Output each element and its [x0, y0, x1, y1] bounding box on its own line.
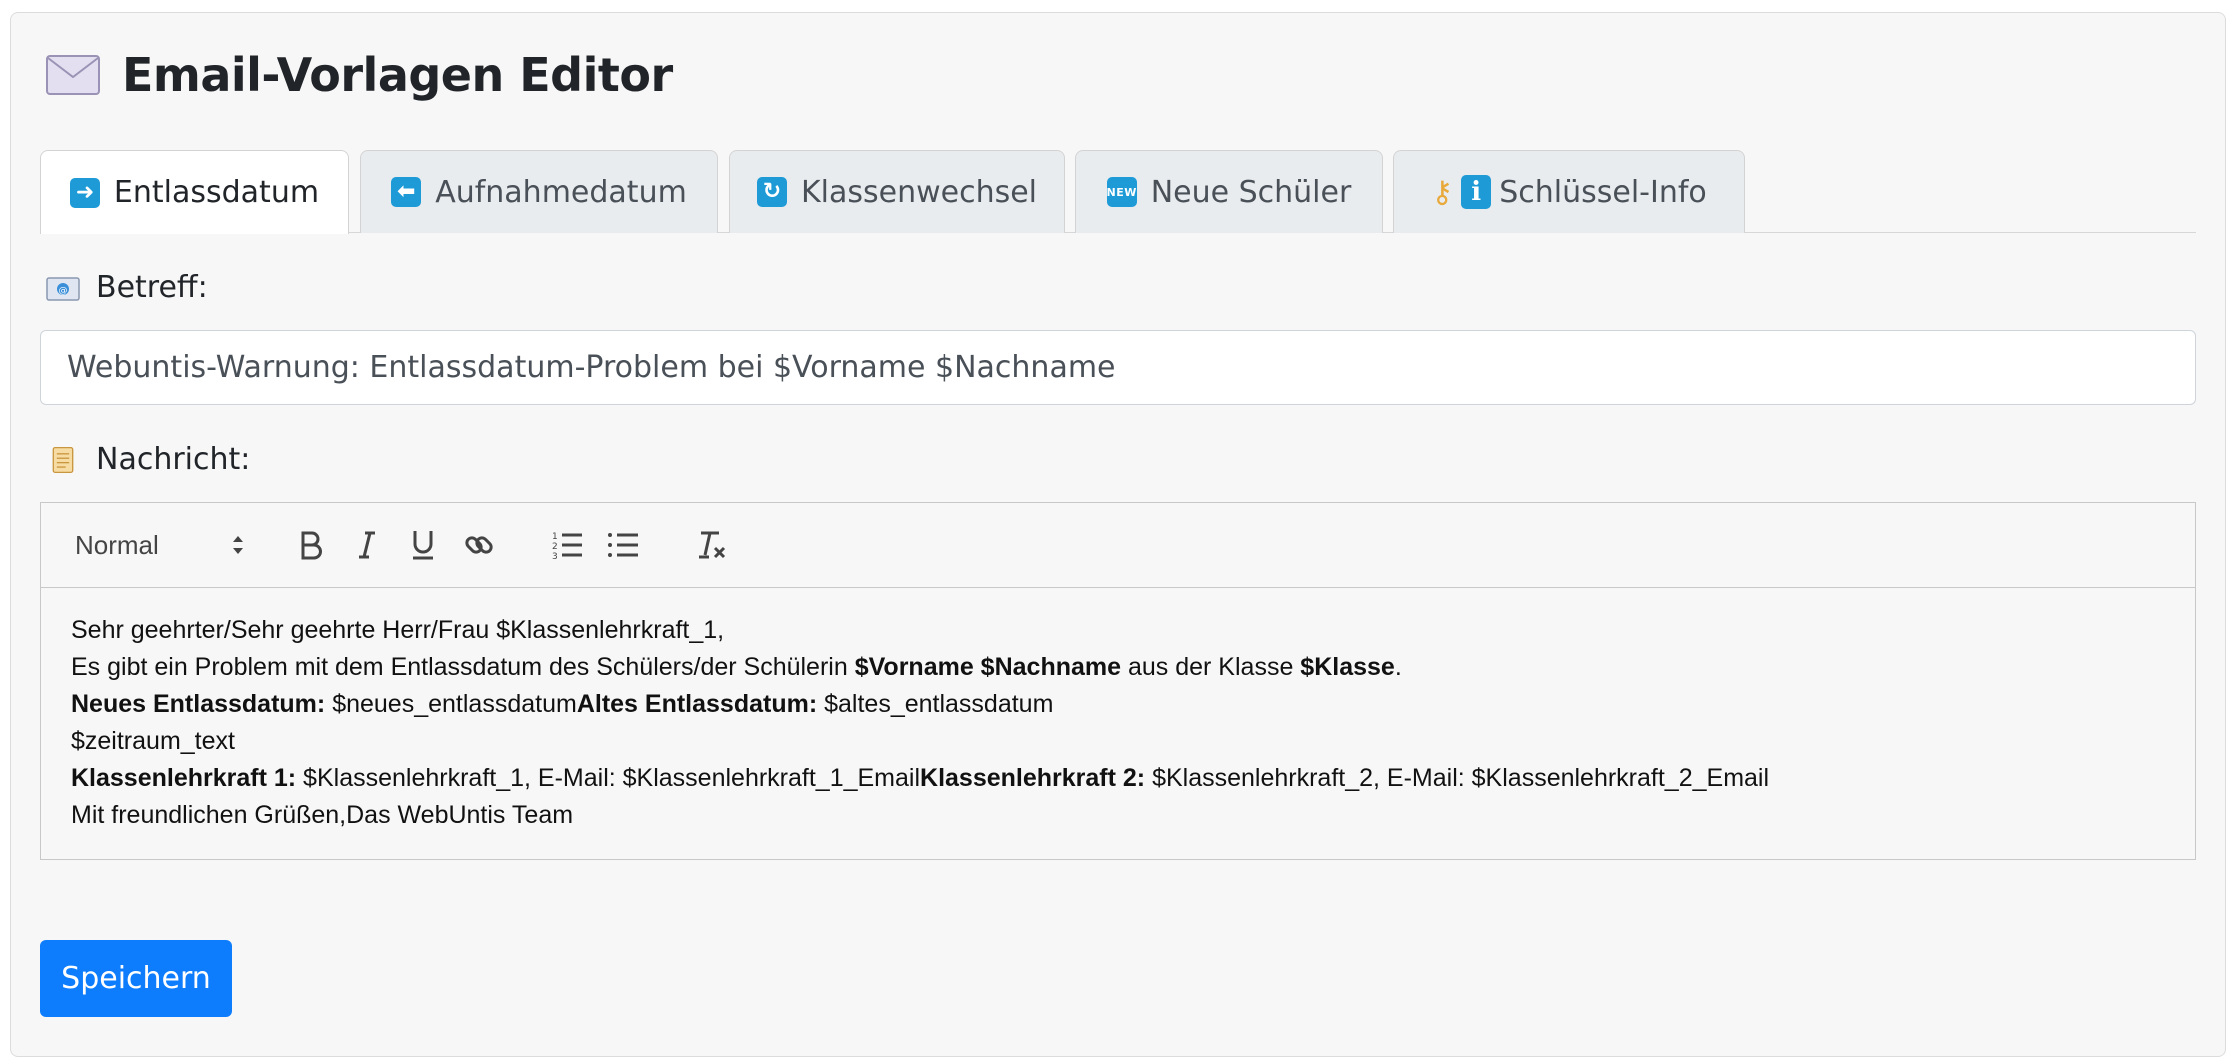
svg-text:@: @	[59, 286, 68, 296]
format-select[interactable]: Normal	[75, 525, 245, 565]
email-icon: @	[46, 276, 80, 301]
link-button[interactable]	[459, 525, 499, 565]
italic-icon	[359, 531, 375, 559]
message-line: Neues Entlassdatum: $neues_entlassdatumA…	[71, 690, 1054, 718]
message-label-row: Nachricht:	[46, 442, 250, 477]
bold-icon	[301, 531, 322, 560]
tab-label: Klassenwechsel	[800, 174, 1038, 210]
message-line: $zeitraum_text	[71, 727, 235, 755]
tab-entlassdatum[interactable]: ➜ Entlassdatum	[40, 150, 349, 234]
tab-aufnahmedatum[interactable]: ⬅ Aufnahmedatum	[360, 150, 718, 233]
refresh-icon: ↻	[756, 177, 787, 207]
bullet-list-icon	[608, 533, 638, 557]
message-line: Es gibt ein Problem mit dem Entlassdatum…	[71, 653, 1402, 681]
bullet-list-button[interactable]	[603, 525, 643, 565]
subject-input[interactable]	[40, 330, 2196, 405]
svg-text:1: 1	[552, 532, 558, 542]
subject-label-row: @ Betreff:	[46, 270, 208, 305]
select-arrows-icon	[233, 536, 243, 554]
message-line: Sehr geehrter/Sehr geehrte Herr/Frau $Kl…	[71, 616, 725, 644]
message-line: Mit freundlichen Grüßen,Das WebUntis Tea…	[71, 801, 574, 829]
key-icon: ⚷	[1431, 174, 1454, 210]
message-label: Nachricht:	[96, 442, 251, 477]
save-button[interactable]: Speichern	[40, 940, 232, 1017]
subject-label: Betreff:	[96, 270, 208, 305]
page-header: Email-Vorlagen Editor	[46, 40, 673, 110]
envelope-icon	[46, 55, 100, 95]
tab-label: Aufnahmedatum	[435, 174, 687, 210]
underline-icon	[413, 531, 433, 560]
italic-button[interactable]	[347, 525, 387, 565]
bold-button[interactable]	[291, 525, 331, 565]
message-body[interactable]: Sehr geehrter/Sehr geehrte Herr/Frau $Kl…	[41, 588, 2195, 858]
underline-button[interactable]	[403, 525, 443, 565]
message-line: Klassenlehrkraft 1: $Klassenlehrkraft_1,…	[71, 764, 1770, 792]
tab-label: Entlassdatum	[113, 175, 320, 210]
tab-label: Schlüssel-Info	[1499, 174, 1707, 210]
tab-neue-schueler[interactable]: NEW Neue Schüler	[1075, 150, 1383, 233]
template-tabs: ➜ Entlassdatum ⬅ Aufnahmedatum ↻ Klassen…	[40, 150, 2196, 234]
tab-label: Neue Schüler	[1150, 174, 1352, 210]
ordered-list-icon: 1 2 3	[552, 532, 582, 560]
svg-text:3: 3	[552, 552, 558, 560]
new-badge-icon: NEW	[1107, 177, 1137, 207]
page-title: Email-Vorlagen Editor	[122, 48, 673, 102]
info-icon: i	[1461, 175, 1492, 209]
ordered-list-button[interactable]: 1 2 3	[547, 525, 587, 565]
svg-text:2: 2	[552, 542, 558, 552]
scroll-icon	[52, 446, 74, 473]
rich-text-editor: Normal 1 2 3 Sehr geehrter/Sehr geehrte …	[40, 502, 2196, 860]
editor-toolbar: Normal 1 2 3	[41, 503, 2195, 588]
link-icon	[465, 536, 493, 554]
tab-schluessel-info[interactable]: ⚷ i Schlüssel-Info	[1393, 150, 1745, 233]
arrow-right-icon: ➜	[69, 177, 100, 208]
clear-format-button[interactable]	[691, 525, 731, 565]
arrow-left-icon: ⬅	[391, 177, 422, 207]
tab-klassenwechsel[interactable]: ↻ Klassenwechsel	[729, 150, 1065, 233]
clear-format-icon	[699, 531, 726, 559]
